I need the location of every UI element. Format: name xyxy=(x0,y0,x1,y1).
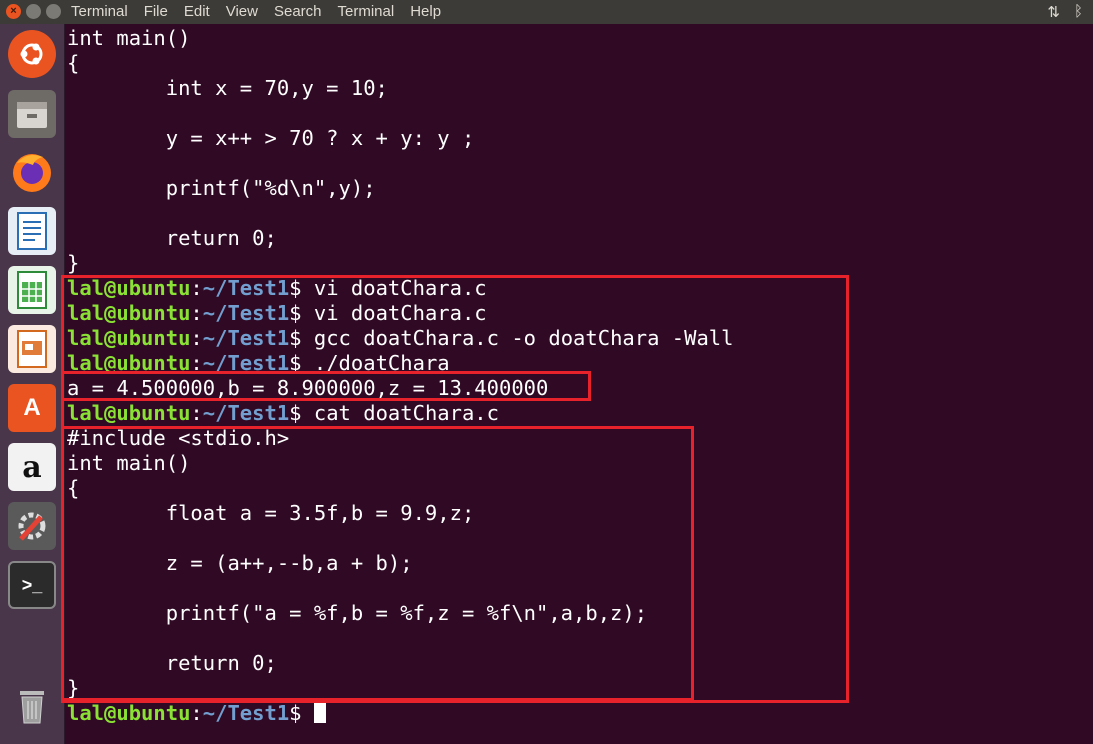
prompt-separator: : xyxy=(190,701,203,725)
launcher-sidebar: A a >_ xyxy=(0,24,65,744)
output-line: y = x++ > 70 ? x + y: y ; xyxy=(67,126,475,150)
terminal-output[interactable]: int main(){ int x = 70,y = 10; y = x++ >… xyxy=(61,24,1093,744)
network-updown-icon[interactable]: ⇅ xyxy=(1047,3,1060,21)
menu-terminal[interactable]: Terminal xyxy=(338,3,395,20)
prompt-path: ~/Test1 xyxy=(202,701,290,725)
minimize-window-button[interactable] xyxy=(26,4,41,19)
libreoffice-calc-icon[interactable] xyxy=(8,266,56,314)
menu-file[interactable]: File xyxy=(144,3,168,20)
bluetooth-icon[interactable]: ᛒ xyxy=(1074,3,1083,21)
text-cursor[interactable] xyxy=(313,703,326,723)
output-line: return 0; xyxy=(67,226,277,250)
highlight-box-output xyxy=(61,371,591,401)
prompt-symbol: $ xyxy=(289,701,314,725)
menu-search[interactable]: Search xyxy=(274,3,322,20)
output-line: printf("%d\n",y); xyxy=(67,176,376,200)
libreoffice-writer-icon[interactable] xyxy=(8,207,56,255)
highlight-box-source xyxy=(61,426,694,701)
system-tray: ⇅ ᛒ xyxy=(1047,3,1083,21)
top-menu-bar: × Terminal File Edit View Search Termina… xyxy=(0,0,1093,24)
prompt-user: lal@ubuntu xyxy=(67,701,191,725)
trash-icon[interactable] xyxy=(8,682,56,730)
ubuntu-software-icon[interactable]: A xyxy=(8,384,56,432)
app-menu: Terminal File Edit View Search Terminal … xyxy=(71,3,457,20)
files-icon[interactable] xyxy=(8,90,56,138)
menu-app-terminal[interactable]: Terminal xyxy=(71,3,128,20)
libreoffice-impress-icon[interactable] xyxy=(8,325,56,373)
firefox-icon[interactable] xyxy=(8,148,56,196)
output-line: int main() xyxy=(67,26,191,50)
output-line: int x = 70,y = 10; xyxy=(67,76,388,100)
output-line: { xyxy=(67,51,80,75)
menu-help[interactable]: Help xyxy=(410,3,441,20)
prompt-line: lal@ubuntu:~/Test1$ xyxy=(67,701,326,726)
maximize-window-button[interactable] xyxy=(46,4,61,19)
system-settings-icon[interactable] xyxy=(8,502,56,550)
ubuntu-dash-icon[interactable] xyxy=(8,30,56,78)
amazon-icon[interactable]: a xyxy=(8,443,56,491)
menu-view[interactable]: View xyxy=(226,3,258,20)
menu-edit[interactable]: Edit xyxy=(184,3,210,20)
terminal-icon[interactable]: >_ xyxy=(8,561,56,609)
output-line: } xyxy=(67,251,80,275)
close-window-button[interactable]: × xyxy=(6,4,21,19)
